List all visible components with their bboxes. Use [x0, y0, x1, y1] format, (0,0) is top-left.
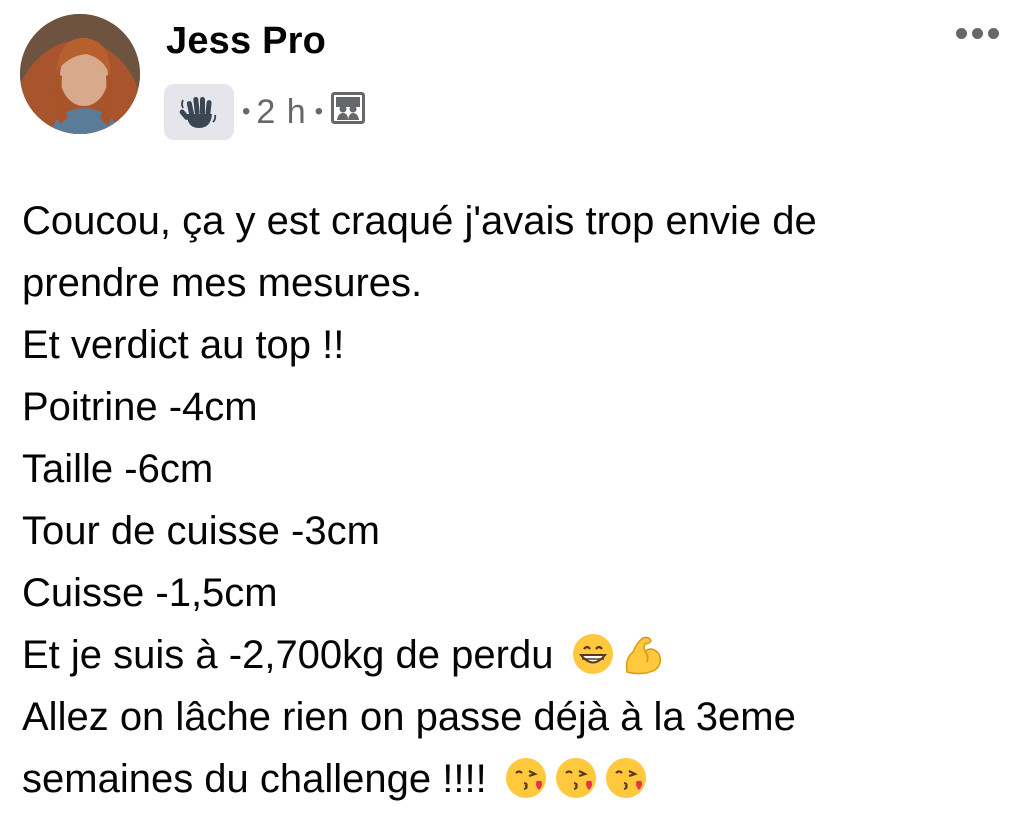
post-text-line: Cuisse -1,5cm: [22, 571, 278, 615]
post-text-segment: Et je suis à -2,700kg de perdu: [22, 633, 554, 677]
post-text-line: Coucou, ça y est craqué j'avais trop env…: [22, 199, 817, 243]
post-text-line-with-emoji: semaines du challenge !!!!: [22, 748, 1012, 810]
more-options-icon[interactable]: [956, 28, 999, 39]
post-text-segment: semaines du challenge !!!!: [22, 757, 487, 801]
post-card: Jess Pro • 2 h • Coucou, ça y est craqué…: [0, 0, 1024, 828]
avatar[interactable]: [20, 14, 140, 134]
face-blowing-kiss-emoji: [604, 756, 648, 800]
post-text: Coucou, ça y est craqué j'avais trop env…: [22, 190, 1012, 810]
post-meta: • 2 h •: [164, 84, 366, 140]
grinning-face-emoji: [571, 632, 615, 676]
meta-separator: •: [314, 98, 324, 125]
profile-photo: [20, 14, 140, 134]
post-text-line: Tour de cuisse -3cm: [22, 509, 380, 553]
author-name[interactable]: Jess Pro: [166, 18, 326, 64]
post-text-line: prendre mes mesures.: [22, 261, 423, 305]
wave-hand-icon[interactable]: [164, 84, 234, 140]
post-text-line: Et verdict au top !!: [22, 323, 345, 367]
group-privacy-icon[interactable]: [331, 91, 366, 133]
post-text-line-with-emoji: Et je suis à -2,700kg de perdu: [22, 624, 1012, 686]
post-text-line: Allez on lâche rien on passe déjà à la 3…: [22, 695, 796, 739]
meta-separator: •: [242, 98, 251, 125]
flexed-biceps-emoji: [621, 632, 665, 676]
face-blowing-kiss-emoji: [554, 756, 598, 800]
post-text-line: Taille -6cm: [22, 447, 214, 491]
post-text-line: Poitrine -4cm: [22, 385, 258, 429]
post-timestamp[interactable]: 2 h: [256, 84, 306, 140]
face-blowing-kiss-emoji: [504, 756, 548, 800]
